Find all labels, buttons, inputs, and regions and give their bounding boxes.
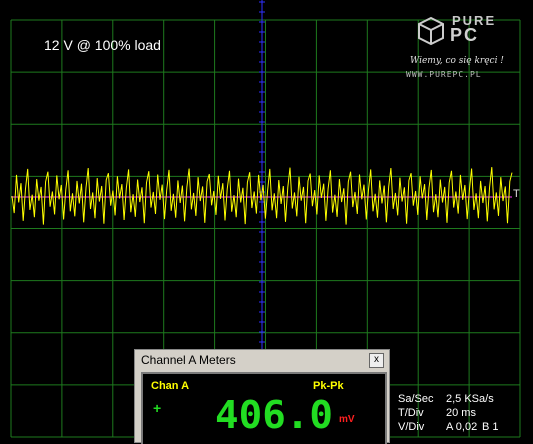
unit-label: mV [339, 414, 355, 425]
purepc-logo: PURE PC Wiemy, co się kręci ! WWW.PUREPC… [406, 14, 526, 84]
seven-segment-value: 406.0 [215, 394, 333, 434]
time-div-label: T/Div [398, 407, 424, 419]
channel-a-meters-window[interactable]: Channel A Meters x Chan A Pk-Pk + 406.0 … [134, 349, 390, 444]
trigger-marker[interactable]: T [513, 188, 520, 200]
logo-word-pc: PC [450, 25, 480, 45]
logo-url: WWW.PUREPC.PL [406, 70, 482, 79]
time-div-value: 20 ms [446, 407, 476, 419]
sign-indicator: + [153, 400, 162, 416]
close-button[interactable]: x [369, 353, 384, 368]
volt-div-label: V/Div [398, 421, 425, 433]
volt-div-channel-a: A 0,02 [446, 421, 478, 433]
sample-rate-label: Sa/Sec [398, 393, 434, 405]
purepc-cube-icon [418, 16, 444, 46]
volt-div-channel-b: B 1 [482, 421, 499, 433]
close-icon: x [374, 354, 379, 365]
meter-reading: 406.0 [215, 394, 333, 434]
sample-rate-value: 2,5 KSa/s [446, 393, 494, 405]
meters-window-title: Channel A Meters [141, 353, 236, 367]
waveform-title: 12 V @ 100% load [44, 37, 161, 53]
meters-title-bar[interactable]: Channel A Meters x [135, 350, 389, 370]
channel-label: Chan A [151, 380, 190, 392]
trigger-marker-label: T [513, 188, 520, 200]
logo-slogan: Wiemy, co się kręci ! [410, 56, 504, 66]
measurement-type-label: Pk-Pk [313, 380, 344, 392]
meters-display-panel: Chan A Pk-Pk + 406.0 mV [141, 372, 387, 444]
